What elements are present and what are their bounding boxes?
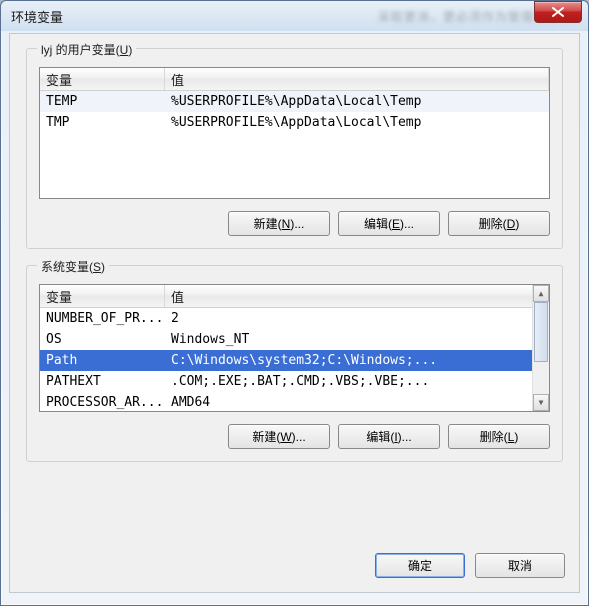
cell-name: Path xyxy=(40,351,165,370)
user-edit-button[interactable]: 编辑(E)... xyxy=(338,211,440,236)
user-vars-group: lyj 的用户变量(U) 变量 值 TEMP%USERPROFILE%\AppD… xyxy=(26,48,563,249)
user-col-name[interactable]: 变量 xyxy=(40,68,165,90)
scroll-down-icon[interactable]: ▼ xyxy=(533,394,549,411)
client-area: lyj 的用户变量(U) 变量 值 TEMP%USERPROFILE%\AppD… xyxy=(9,33,580,593)
cancel-button[interactable]: 取消 xyxy=(475,553,565,578)
list-item[interactable]: PROCESSOR_AR...AMD64 xyxy=(40,392,549,412)
cell-name: TEMP xyxy=(40,92,165,111)
cell-name: NUMBER_OF_PR... xyxy=(40,309,165,328)
cell-value: .COM;.EXE;.BAT;.CMD;.VBS;.VBE;... xyxy=(165,372,549,391)
sys-vars-list[interactable]: 变量 值 NUMBER_OF_PR...2OSWindows_NTPathC:\… xyxy=(39,284,550,412)
cell-name: PROCESSOR_AR... xyxy=(40,393,165,412)
cell-name: TMP xyxy=(40,113,165,132)
sys-col-value[interactable]: 值 xyxy=(165,285,549,307)
list-item[interactable]: OSWindows_NT xyxy=(40,329,549,350)
user-list-body: TEMP%USERPROFILE%\AppData\Local\TempTMP%… xyxy=(40,91,549,133)
sys-list-body: NUMBER_OF_PR...2OSWindows_NTPathC:\Windo… xyxy=(40,308,549,412)
user-list-header[interactable]: 变量 值 xyxy=(40,68,549,91)
sys-scrollbar[interactable]: ▲ ▼ xyxy=(532,285,549,411)
close-button[interactable] xyxy=(534,1,582,23)
titlebar[interactable]: 环境变量 采取更消，更必须作为管理员登录。 xyxy=(1,1,588,31)
list-item[interactable]: TMP%USERPROFILE%\AppData\Local\Temp xyxy=(40,112,549,133)
scroll-up-icon[interactable]: ▲ xyxy=(533,285,549,302)
list-item[interactable]: PATHEXT.COM;.EXE;.BAT;.CMD;.VBS;.VBE;... xyxy=(40,371,549,392)
sys-delete-button[interactable]: 删除(L) xyxy=(448,424,550,449)
sys-new-button[interactable]: 新建(W)... xyxy=(228,424,330,449)
scroll-thumb[interactable] xyxy=(534,302,548,362)
cell-value: AMD64 xyxy=(165,393,549,412)
cell-value: %USERPROFILE%\AppData\Local\Temp xyxy=(165,92,549,111)
cell-value: %USERPROFILE%\AppData\Local\Temp xyxy=(165,113,549,132)
user-vars-group-title: lyj 的用户变量(U) xyxy=(37,41,136,58)
close-icon xyxy=(552,7,564,17)
list-item[interactable]: PathC:\Windows\system32;C:\Windows;... xyxy=(40,350,549,371)
list-item[interactable]: TEMP%USERPROFILE%\AppData\Local\Temp xyxy=(40,91,549,112)
user-vars-list[interactable]: 变量 值 TEMP%USERPROFILE%\AppData\Local\Tem… xyxy=(39,67,550,199)
sys-col-name[interactable]: 变量 xyxy=(40,285,165,307)
dialog-button-row: 确定 取消 xyxy=(375,553,565,578)
env-vars-dialog: 环境变量 采取更消，更必须作为管理员登录。 lyj 的用户变量(U) 变量 值 … xyxy=(0,0,589,606)
sys-list-header[interactable]: 变量 值 xyxy=(40,285,549,308)
sys-vars-group: 系统变量(S) 变量 值 NUMBER_OF_PR...2OSWindows_N… xyxy=(26,265,563,462)
ok-button[interactable]: 确定 xyxy=(375,553,465,578)
user-delete-button[interactable]: 删除(D) xyxy=(448,211,550,236)
cell-name: PATHEXT xyxy=(40,372,165,391)
user-button-row: 新建(N)... 编辑(E)... 删除(D) xyxy=(39,211,550,236)
scroll-track[interactable] xyxy=(533,302,549,394)
sys-edit-button[interactable]: 编辑(I)... xyxy=(338,424,440,449)
user-new-button[interactable]: 新建(N)... xyxy=(228,211,330,236)
cell-name: OS xyxy=(40,330,165,349)
sys-vars-group-title: 系统变量(S) xyxy=(37,258,109,275)
sys-button-row: 新建(W)... 编辑(I)... 删除(L) xyxy=(39,424,550,449)
user-col-value[interactable]: 值 xyxy=(165,68,549,90)
window-title: 环境变量 xyxy=(11,7,358,26)
list-item[interactable]: NUMBER_OF_PR...2 xyxy=(40,308,549,329)
cell-value: C:\Windows\system32;C:\Windows;... xyxy=(165,351,549,370)
cell-value: 2 xyxy=(165,309,549,328)
cell-value: Windows_NT xyxy=(165,330,549,349)
